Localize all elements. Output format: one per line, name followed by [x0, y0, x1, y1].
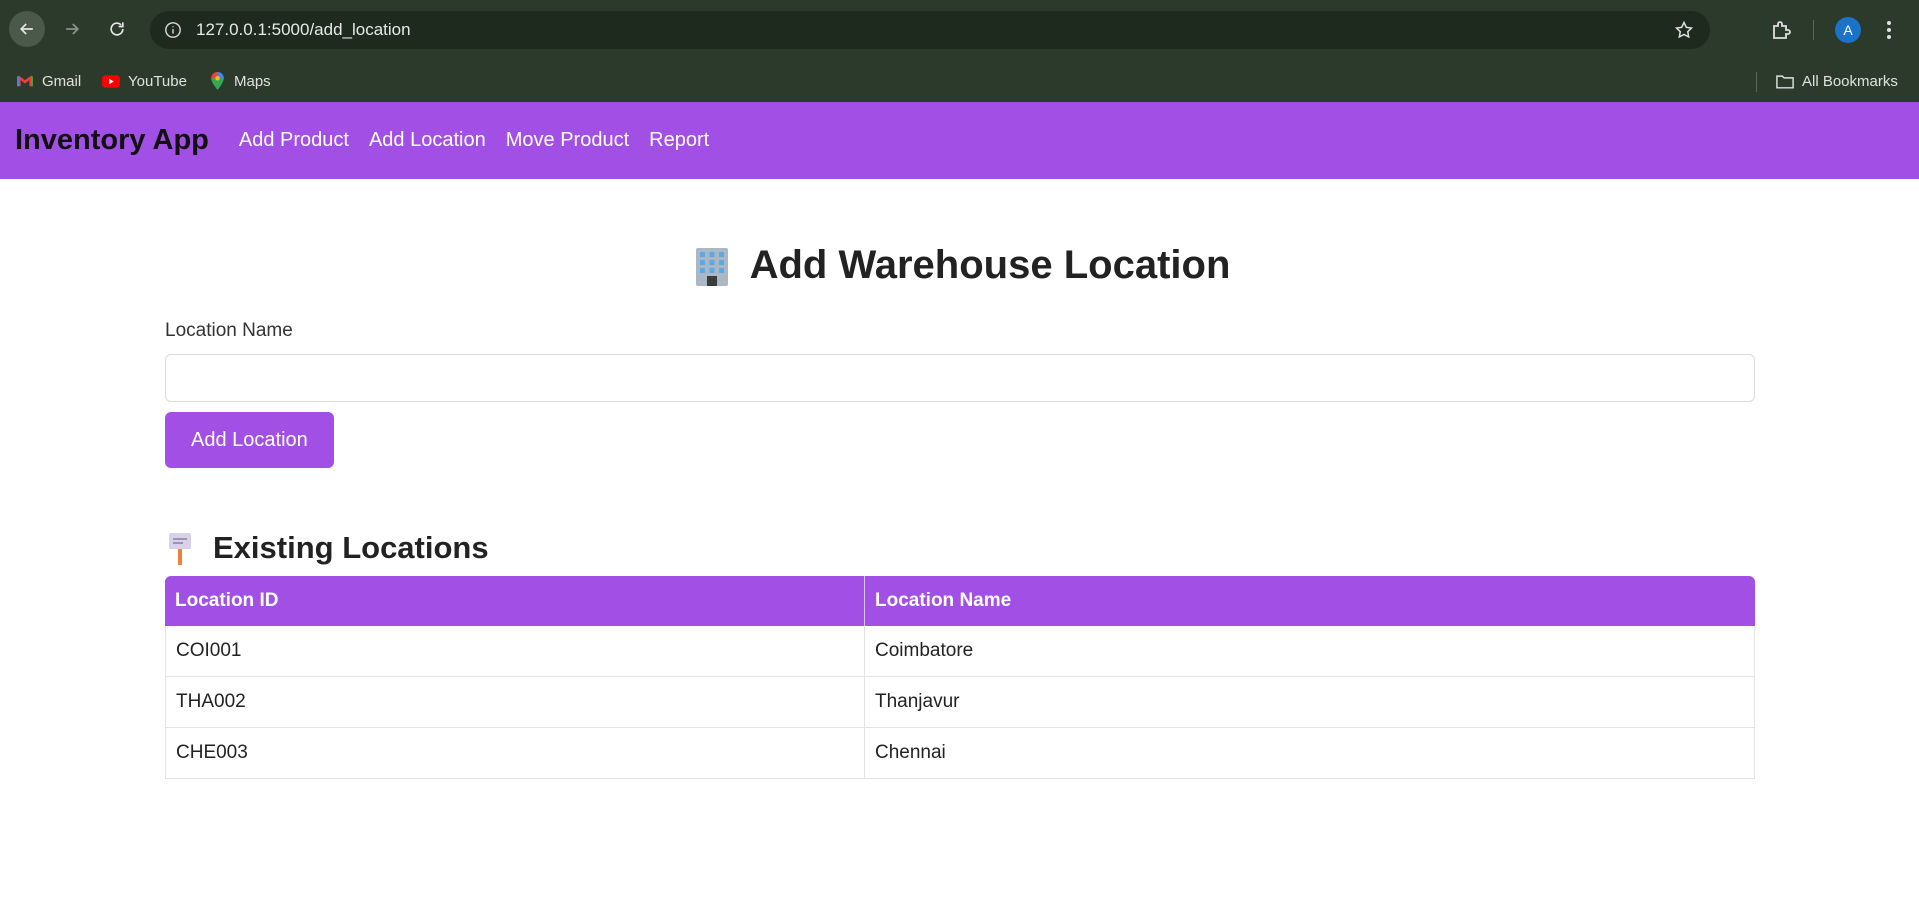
existing-locations-heading: Existing Locations	[165, 530, 1755, 566]
bookmark-maps[interactable]: Maps	[202, 66, 277, 96]
location-name-label: Location Name	[165, 320, 293, 341]
bookmark-gmail[interactable]: Gmail	[10, 66, 87, 96]
bookmark-label: YouTube	[128, 72, 187, 90]
table-row: COI001 Coimbatore	[165, 626, 1755, 677]
table-row: THA002 Thanjavur	[165, 677, 1755, 728]
all-bookmarks[interactable]: All Bookmarks	[1770, 66, 1904, 96]
office-building-icon	[690, 244, 734, 288]
location-id-cell: COI001	[165, 626, 865, 677]
all-bookmarks-label: All Bookmarks	[1802, 72, 1898, 90]
placard-icon	[165, 531, 195, 565]
location-name-input[interactable]	[165, 354, 1755, 402]
back-icon[interactable]	[9, 11, 45, 47]
table-row: CHE003 Chennai	[165, 728, 1755, 779]
folder-icon	[1776, 72, 1794, 90]
app-navbar: Inventory App Add Product Add Location M…	[0, 102, 1919, 179]
page-title: Add Warehouse Location	[165, 243, 1755, 288]
locations-table: Location ID Location Name COI001 Coimbat…	[165, 576, 1755, 779]
bookmark-label: Gmail	[42, 72, 82, 90]
profile-avatar[interactable]: A	[1835, 17, 1861, 43]
location-name-cell: Coimbatore	[865, 626, 1755, 677]
location-id-cell: CHE003	[165, 728, 865, 779]
youtube-icon	[102, 72, 120, 90]
nav-report[interactable]: Report	[649, 129, 709, 152]
page-title-text: Add Warehouse Location	[749, 243, 1231, 287]
gmail-icon	[16, 72, 34, 90]
more-menu-icon[interactable]	[1885, 18, 1893, 42]
column-header-location-id: Location ID	[165, 576, 865, 626]
maps-icon	[208, 72, 226, 90]
bookmarks-divider	[1756, 72, 1757, 92]
reload-icon[interactable]	[99, 11, 135, 47]
site-info-icon[interactable]	[164, 21, 182, 39]
main-content: Add Warehouse Location Location Name Add…	[165, 179, 1755, 779]
column-header-location-name: Location Name	[865, 576, 1755, 626]
add-location-button[interactable]: Add Location	[165, 412, 334, 468]
location-id-cell: THA002	[165, 677, 865, 728]
toolbar-divider	[1813, 20, 1814, 40]
browser-toolbar: 127.0.0.1:5000/add_location A	[0, 0, 1919, 60]
location-name-cell: Thanjavur	[865, 677, 1755, 728]
bookmark-star-icon[interactable]	[1674, 20, 1694, 40]
bookmarks-bar: Gmail YouTube Maps All Bookmarks	[0, 60, 1919, 102]
forward-icon[interactable]	[54, 11, 90, 47]
nav-add-location[interactable]: Add Location	[369, 129, 486, 152]
app-brand[interactable]: Inventory App	[15, 124, 209, 157]
bookmark-label: Maps	[234, 72, 271, 90]
section-title-text: Existing Locations	[213, 530, 489, 565]
address-bar[interactable]: 127.0.0.1:5000/add_location	[150, 11, 1710, 49]
bookmark-youtube[interactable]: YouTube	[96, 66, 193, 96]
nav-add-product[interactable]: Add Product	[239, 129, 349, 152]
nav-move-product[interactable]: Move Product	[506, 129, 629, 152]
extensions-icon[interactable]	[1770, 18, 1794, 42]
url-text: 127.0.0.1:5000/add_location	[196, 20, 411, 39]
location-name-cell: Chennai	[865, 728, 1755, 779]
table-header-row: Location ID Location Name	[165, 576, 1755, 626]
